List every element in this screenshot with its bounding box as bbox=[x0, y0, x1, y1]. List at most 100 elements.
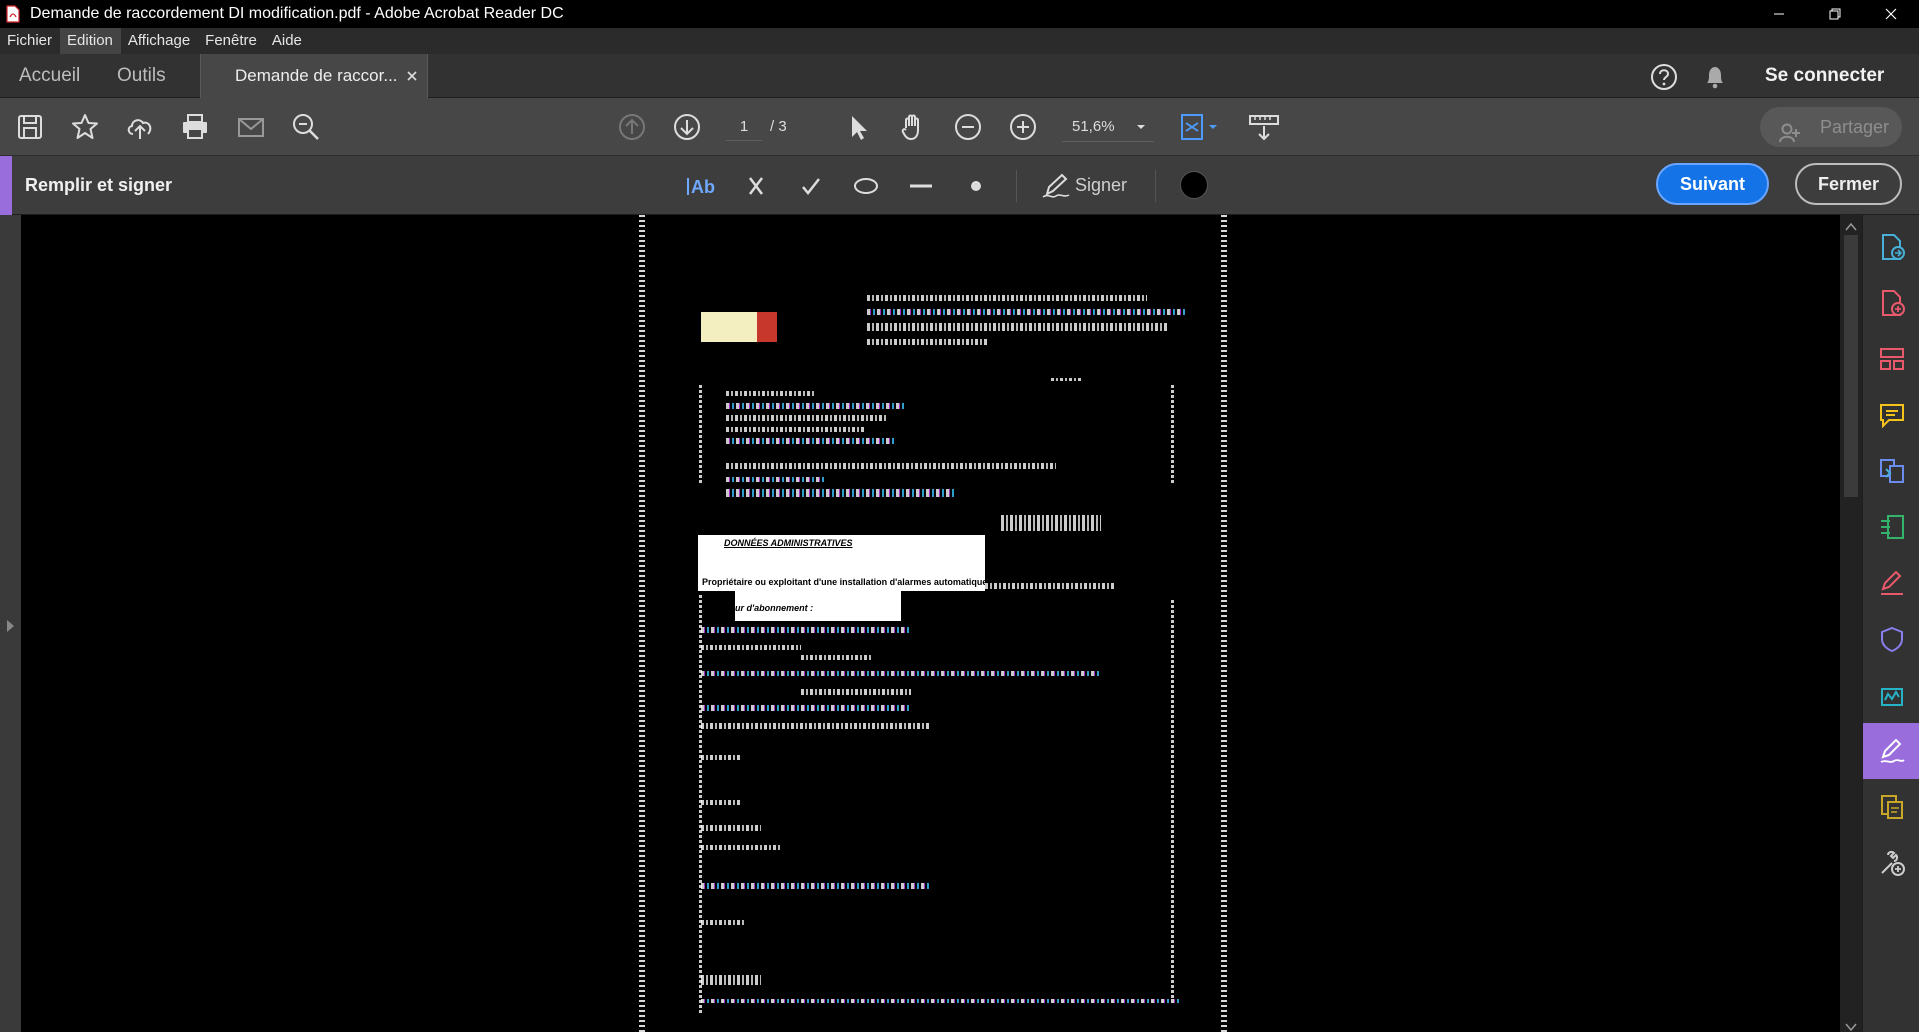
close-tool-button[interactable]: Fermer bbox=[1795, 163, 1902, 205]
previous-page-icon[interactable] bbox=[617, 112, 647, 142]
fill-sign-active-icon[interactable] bbox=[1863, 723, 1919, 779]
section-heading: DONNÉES ADMINISTRATIVES bbox=[724, 538, 853, 548]
dot-icon[interactable] bbox=[960, 170, 992, 202]
print-icon[interactable] bbox=[180, 112, 210, 142]
scan-document-icon[interactable] bbox=[1863, 779, 1919, 835]
fill-sign-title: Remplir et signer bbox=[25, 175, 173, 195]
scroll-down-arrow-icon[interactable] bbox=[1845, 1019, 1857, 1032]
line-icon[interactable] bbox=[905, 170, 937, 202]
scan-noise bbox=[726, 427, 866, 432]
export-pdf-icon[interactable] bbox=[1863, 219, 1919, 275]
select-cursor-icon[interactable] bbox=[843, 112, 873, 142]
close-tab-icon[interactable] bbox=[405, 66, 421, 86]
scan-noise bbox=[726, 463, 1056, 469]
zoom-out-icon[interactable] bbox=[953, 112, 983, 142]
close-window-button[interactable] bbox=[1863, 0, 1919, 28]
search-zoom-icon[interactable] bbox=[291, 112, 321, 142]
scan-noise bbox=[867, 295, 1147, 301]
checkmark-icon[interactable] bbox=[795, 170, 827, 202]
restore-button[interactable] bbox=[1807, 0, 1863, 28]
owner-label: Propriétaire ou exploitant d'une install… bbox=[702, 577, 993, 587]
save-icon[interactable] bbox=[15, 112, 45, 142]
menu-fichier[interactable]: Fichier bbox=[0, 28, 60, 54]
scrolling-mode-icon[interactable] bbox=[1248, 112, 1280, 142]
scan-noise bbox=[801, 689, 911, 695]
hand-tool-icon[interactable] bbox=[898, 112, 928, 142]
page-left-edge bbox=[639, 215, 645, 1032]
menu-edition[interactable]: Edition bbox=[60, 28, 121, 54]
fill-sign-pen-icon[interactable] bbox=[1863, 555, 1919, 611]
chevron-down-icon bbox=[1136, 112, 1146, 153]
page-total: / 3 bbox=[770, 118, 787, 135]
scan-noise bbox=[1171, 385, 1174, 485]
send-for-signature-icon[interactable] bbox=[1863, 667, 1919, 723]
section-heading-box: DONNÉES ADMINISTRATIVES bbox=[698, 535, 985, 551]
page-number-input[interactable]: 1 bbox=[726, 113, 762, 141]
notifications-bell-icon[interactable] bbox=[1703, 64, 1727, 95]
menu-bar: Fichier Edition Affichage Fenêtre Aide bbox=[0, 28, 1919, 54]
separator bbox=[1155, 170, 1156, 202]
minimize-button[interactable] bbox=[1751, 0, 1807, 28]
separator bbox=[1016, 170, 1017, 202]
organize-pages-icon[interactable] bbox=[1863, 331, 1919, 387]
scan-noise bbox=[726, 415, 886, 421]
vertical-scrollbar[interactable] bbox=[1840, 215, 1862, 1032]
scan-noise bbox=[726, 477, 826, 482]
sign-label[interactable]: Signer bbox=[1075, 156, 1127, 215]
scan-noise bbox=[1051, 378, 1081, 381]
cross-mark-icon[interactable] bbox=[740, 170, 772, 202]
expand-panel-arrow-icon[interactable] bbox=[6, 619, 16, 638]
document-view[interactable]: DONNÉES ADMINISTRATIVES Propriétaire ou … bbox=[21, 215, 1840, 1032]
subscription-field-box: ur d'abonnement : bbox=[735, 591, 901, 621]
more-tools-icon[interactable] bbox=[1863, 835, 1919, 891]
document-logo bbox=[701, 312, 757, 342]
sign-pen-icon[interactable] bbox=[1040, 170, 1072, 202]
scan-noise bbox=[701, 845, 781, 850]
create-pdf-icon[interactable] bbox=[1863, 275, 1919, 331]
tab-document[interactable]: Demande de raccor... bbox=[200, 54, 428, 98]
tab-accueil[interactable]: Accueil bbox=[19, 54, 80, 98]
scan-noise bbox=[699, 385, 702, 485]
help-icon[interactable] bbox=[1650, 63, 1678, 96]
color-picker-swatch[interactable] bbox=[1180, 171, 1208, 199]
scan-noise bbox=[867, 339, 987, 345]
window-title: Demande de raccordement DI modification.… bbox=[30, 5, 564, 22]
next-button[interactable]: Suivant bbox=[1656, 163, 1769, 205]
acrobat-pdf-icon bbox=[6, 5, 22, 23]
scan-noise bbox=[867, 323, 1167, 331]
protect-shield-icon[interactable] bbox=[1863, 611, 1919, 667]
edit-pdf-icon[interactable] bbox=[1863, 499, 1919, 555]
combine-files-icon[interactable] bbox=[1863, 443, 1919, 499]
upload-cloud-icon[interactable] bbox=[125, 112, 155, 142]
tab-outils[interactable]: Outils bbox=[117, 54, 166, 98]
add-text-icon[interactable]: Ab bbox=[685, 170, 719, 202]
scan-noise bbox=[726, 391, 816, 396]
scan-noise bbox=[701, 755, 741, 760]
scan-noise bbox=[1171, 600, 1174, 1000]
next-page-icon[interactable] bbox=[672, 112, 702, 142]
scan-noise bbox=[701, 800, 741, 805]
svg-text:Ab: Ab bbox=[691, 177, 715, 197]
scan-noise bbox=[726, 438, 896, 444]
right-tools-panel bbox=[1862, 215, 1919, 1032]
sign-in-link[interactable]: Se connecter bbox=[1765, 54, 1884, 98]
menu-fenetre[interactable]: Fenêtre bbox=[198, 28, 265, 54]
left-panel-collapsed bbox=[0, 215, 21, 1032]
fill-sign-toolbar: Remplir et signer Ab Signer bbox=[0, 156, 1919, 215]
ellipse-icon[interactable] bbox=[850, 170, 882, 202]
scan-noise bbox=[701, 645, 801, 650]
email-icon[interactable] bbox=[236, 112, 266, 142]
tab-bar: Accueil Outils Demande de raccor... Se c… bbox=[0, 54, 1919, 98]
page-fit-icon[interactable] bbox=[1179, 112, 1223, 142]
owner-field-box: Propriétaire ou exploitant d'une install… bbox=[698, 551, 992, 591]
scan-noise bbox=[701, 825, 761, 831]
star-icon[interactable] bbox=[70, 112, 100, 142]
menu-aide[interactable]: Aide bbox=[265, 28, 310, 54]
share-button[interactable]: Partager bbox=[1760, 107, 1902, 147]
scrollbar-thumb[interactable] bbox=[1844, 235, 1858, 497]
page-right-edge bbox=[1221, 215, 1227, 1032]
zoom-level-select[interactable]: 51,6% bbox=[1062, 112, 1154, 142]
comment-icon[interactable] bbox=[1863, 387, 1919, 443]
zoom-in-icon[interactable] bbox=[1008, 112, 1038, 142]
menu-affichage[interactable]: Affichage bbox=[121, 28, 198, 54]
